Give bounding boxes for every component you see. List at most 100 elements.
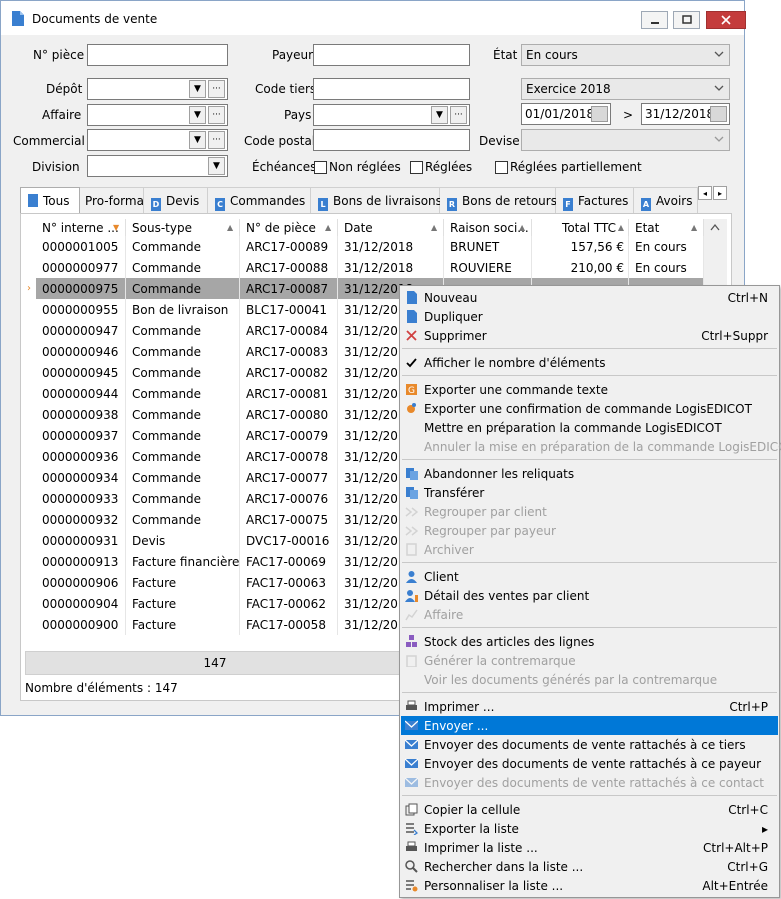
menu-item-imprimer-la-liste[interactable]: Imprimer la liste ... Ctrl+Alt+P (401, 838, 778, 857)
table-row[interactable]: 0000000977 Commande ARC17-00088 31/12/2018 R… (36, 257, 704, 278)
title-bar[interactable]: Documents de vente (1, 1, 746, 35)
non-reglees-checkbox[interactable] (314, 161, 327, 174)
pays-browse-button[interactable]: ··· (450, 106, 467, 124)
header-total-ttc[interactable]: Total TTC ▲ (532, 219, 629, 237)
menu-item-afficher-le-nombre-d-elements[interactable]: Afficher le nombre d'éléments (401, 353, 778, 372)
menu-item-regrouper-par-client[interactable]: Regrouper par client (401, 502, 778, 521)
menu-item-envoyer[interactable]: Envoyer ... (401, 716, 778, 735)
menu-item-envoyer-des-documents-de-vente-rattaches-a-ce-payeur[interactable]: Envoyer des documents de vente rattachés… (401, 754, 778, 773)
table-cell: Commande (126, 383, 240, 404)
minimize-button[interactable] (641, 11, 668, 29)
tab-pro-forma[interactable]: Pro-forma (80, 187, 144, 213)
depot-dropdown-button[interactable]: ▼ (189, 80, 206, 98)
menu-item-transferer[interactable]: Transférer (401, 483, 778, 502)
payeur-input[interactable] (313, 44, 470, 66)
menu-item-envoyer-des-documents-de-vente-rattaches-a-ce-contact[interactable]: Envoyer des documents de vente rattachés… (401, 773, 778, 792)
menu-item-label: Nouveau (424, 291, 478, 305)
table-cell: 0000000945 (36, 362, 126, 383)
header-etat[interactable]: Etat ▲ (629, 219, 704, 237)
menu-item-dupliquer[interactable]: Dupliquer (401, 307, 778, 326)
menu-item-supprimer[interactable]: Supprimer Ctrl+Suppr (401, 326, 778, 345)
table-cell: Commande (126, 320, 240, 341)
date-from-input[interactable]: 01/01/2018 (521, 103, 611, 125)
header-date[interactable]: Date ▲ (338, 219, 444, 237)
commercial-input[interactable]: ▼ ··· (87, 129, 228, 151)
tab-bons-de-retours[interactable]: R Bons de retours (440, 187, 557, 213)
affaire-dropdown-button[interactable]: ▼ (189, 106, 206, 124)
header-sous-type[interactable]: Sous-type ▲ (126, 219, 240, 237)
menu-item-label: Client (424, 570, 459, 584)
calendar-icon[interactable] (710, 106, 727, 122)
code-tiers-input[interactable] (313, 78, 470, 100)
tab-scroll-right-button[interactable]: ▸ (713, 186, 727, 200)
menu-item-exporter-une-confirmation-de-commande-logisedicot[interactable]: Exporter une confirmation de commande Lo… (401, 399, 778, 418)
menu-item-mettre-en-preparation-la-commande-logisedicot[interactable]: Mettre en préparation la commande LogisE… (401, 418, 778, 437)
menu-item-label: Transférer (424, 486, 485, 500)
pays-dropdown-button[interactable]: ▼ (431, 106, 448, 124)
tab-tous[interactable]: Tous (20, 187, 80, 215)
division-input[interactable]: ▼ (87, 155, 228, 177)
menu-item-exporter-la-liste[interactable]: Exporter la liste ▸ (401, 819, 778, 838)
menu-item-annuler-la-mise-en-preparation-de-la-commande-logisedicot[interactable]: Annuler la mise en préparation de la com… (401, 437, 781, 456)
maximize-button[interactable] (673, 11, 700, 29)
copy-icon (405, 803, 418, 816)
depot-input[interactable]: ▼ ··· (87, 78, 228, 100)
menu-item-shortcut: Ctrl+Suppr (701, 329, 768, 343)
tab-commandes[interactable]: C Commandes (208, 187, 311, 213)
tab-devis[interactable]: D Devis (144, 187, 208, 213)
reglees-checkbox[interactable] (410, 161, 423, 174)
affaire-input[interactable]: ▼ ··· (87, 104, 228, 126)
header-raison-sociale[interactable]: Raison soci... ▲ (444, 219, 532, 237)
tab-scroll-left-button[interactable]: ◂ (698, 186, 712, 200)
menu-item-label: Imprimer ... (424, 700, 495, 714)
sort-icon: ▲ (431, 223, 438, 232)
close-button[interactable] (706, 11, 746, 29)
exercice-select[interactable]: Exercice 2018 (521, 78, 730, 100)
group-icon (405, 507, 418, 517)
menu-item-generer-la-contremarque[interactable]: Générer la contremarque (401, 651, 778, 670)
menu-item-personnaliser-la-liste[interactable]: Personnaliser la liste ... Alt+Entrée (401, 876, 778, 895)
menu-item-label: Générer la contremarque (424, 654, 576, 668)
pays-label: Pays (284, 108, 312, 122)
tab-bons-de-livraisons[interactable]: L Bons de livraisons (311, 187, 442, 213)
menu-item-exporter-une-commande-texte[interactable]: G Exporter une commande texte (401, 380, 778, 399)
commercial-browse-button[interactable]: ··· (208, 131, 225, 149)
menu-item-detail-des-ventes-par-client[interactable]: Détail des ventes par client (401, 586, 778, 605)
calendar-icon[interactable] (591, 106, 608, 122)
menu-item-rechercher-dans-la-liste[interactable]: Rechercher dans la liste ... Ctrl+G (401, 857, 778, 876)
menu-item-envoyer-des-documents-de-vente-rattaches-a-ce-tiers[interactable]: Envoyer des documents de vente rattachés… (401, 735, 778, 754)
menu-item-stock-des-articles-des-lignes[interactable]: Stock des articles des lignes (401, 632, 778, 651)
table-cell: 0000000944 (36, 383, 126, 404)
reglees-label: Réglées (425, 160, 473, 174)
menu-item-affaire[interactable]: Affaire (401, 605, 778, 624)
date-to-input[interactable]: 31/12/2018 (641, 103, 730, 125)
commercial-dropdown-button[interactable]: ▼ (189, 131, 206, 149)
depot-browse-button[interactable]: ··· (208, 80, 225, 98)
tab-factures[interactable]: F Factures (556, 187, 634, 213)
etat-select[interactable]: En cours (521, 44, 730, 66)
menu-item-voir-les-documents-generes-par-la-contremarque[interactable]: Voir les documents générés par la contre… (401, 670, 778, 689)
tab-avoirs[interactable]: A Avoirs (634, 187, 698, 213)
header-numero-interne[interactable]: N° interne ... ▼ (36, 219, 126, 237)
menu-item-label: Imprimer la liste ... (424, 841, 538, 855)
menu-item-imprimer[interactable]: Imprimer ... Ctrl+P (401, 697, 778, 716)
menu-item-label: Dupliquer (424, 310, 483, 324)
menu-item-label: Afficher le nombre d'éléments (424, 356, 606, 370)
menu-item-nouveau[interactable]: Nouveau Ctrl+N (401, 288, 778, 307)
menu-item-client[interactable]: Client (401, 567, 778, 586)
menu-item-label: Affaire (424, 608, 464, 622)
menu-item-abandonner-les-reliquats[interactable]: Abandonner les reliquats (401, 464, 778, 483)
menu-item-copier-la-cellule[interactable]: Copier la cellule Ctrl+C (401, 800, 778, 819)
code-postal-input[interactable] (313, 129, 470, 151)
header-numero-piece[interactable]: N° de pièce ▲ (240, 219, 338, 237)
piece-input[interactable] (87, 44, 228, 66)
affaire-browse-button[interactable]: ··· (208, 106, 225, 124)
menu-item-archiver[interactable]: Archiver (401, 540, 778, 559)
table-row[interactable]: 0000001005 Commande ARC17-00089 31/12/2018 B… (36, 236, 704, 257)
menu-item-regrouper-par-payeur[interactable]: Regrouper par payeur (401, 521, 778, 540)
scroll-up-icon[interactable] (710, 223, 720, 231)
division-dropdown-button[interactable]: ▼ (208, 157, 225, 175)
reglees-partiellement-checkbox[interactable] (495, 161, 508, 174)
devise-select[interactable] (521, 129, 730, 151)
pays-input[interactable]: ▼ ··· (313, 104, 470, 126)
